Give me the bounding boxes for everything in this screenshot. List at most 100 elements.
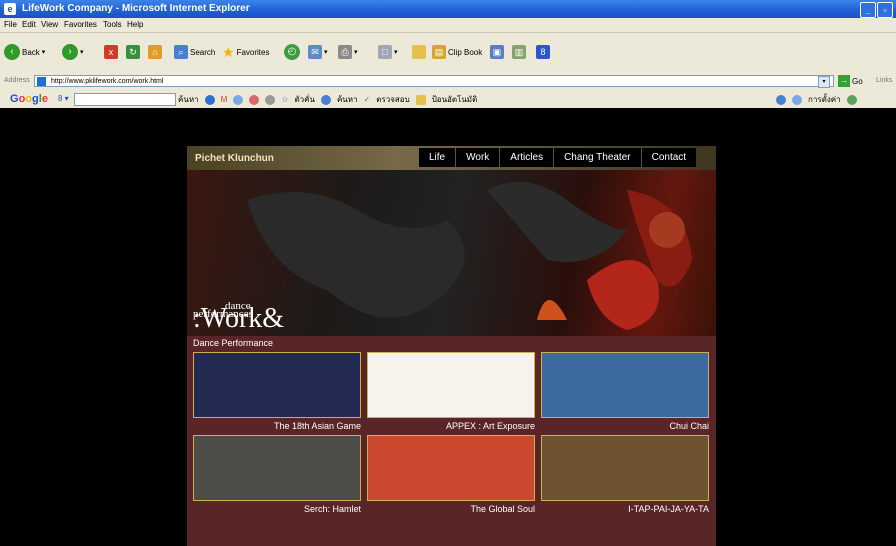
maximize-button[interactable]: ▫ xyxy=(877,2,893,18)
page-favicon-icon xyxy=(37,77,46,86)
performance-card[interactable]: The Global Soul xyxy=(367,435,535,514)
mail-button[interactable]: ✉ ▾ xyxy=(308,43,328,61)
refresh-button[interactable]: ↻ xyxy=(126,43,140,61)
clipbook-button[interactable]: ▤ Clip Book xyxy=(432,43,482,61)
nav-chang-theater[interactable]: Chang Theater xyxy=(553,148,641,167)
performance-thumbnail[interactable] xyxy=(193,435,361,501)
menu-tools[interactable]: Tools xyxy=(103,20,122,29)
bookmark-star-icon[interactable]: ☆ xyxy=(281,95,288,104)
print-button[interactable]: ⎙ ▾ xyxy=(338,43,358,61)
nav-life[interactable]: Life xyxy=(419,148,455,167)
pen-icon[interactable] xyxy=(776,94,786,105)
nav-contact[interactable]: Contact xyxy=(640,148,696,167)
menu-edit[interactable]: Edit xyxy=(22,20,36,29)
nav-articles[interactable]: Articles xyxy=(499,148,553,167)
address-bar: Address http://www.pklifework.com/work.h… xyxy=(0,73,896,91)
performance-caption[interactable]: Chui Chai xyxy=(541,421,709,431)
menu-file[interactable]: File xyxy=(4,20,17,29)
minimize-button[interactable]: _ xyxy=(860,2,876,18)
edit-page-icon: □ xyxy=(378,45,392,59)
performance-caption[interactable]: APPEX : Art Exposure xyxy=(367,421,535,431)
menu-help[interactable]: Help xyxy=(127,20,143,29)
google-search-input[interactable] xyxy=(74,93,176,106)
links-label[interactable]: Links xyxy=(876,77,892,84)
gmail-icon[interactable]: M xyxy=(221,95,228,104)
globe-icon[interactable] xyxy=(204,94,215,105)
window-icon: ▣ xyxy=(490,45,504,59)
history-button[interactable]: ◴ xyxy=(284,43,300,61)
hero-banner: dance performances :Work& xyxy=(187,170,716,336)
google-search-button[interactable]: ค้นหา xyxy=(178,93,199,106)
search-label: Search xyxy=(190,47,216,57)
folder-icon xyxy=(412,45,426,59)
address-url: http://www.pklifework.com/work.html xyxy=(51,78,164,85)
performance-thumbnail[interactable] xyxy=(541,352,709,418)
performance-card[interactable]: Serch: Hamlet xyxy=(193,435,361,514)
home-icon: ⌂ xyxy=(148,45,162,59)
research-button[interactable]: ▥ xyxy=(512,43,526,61)
site-header: Pichet Klunchun Life Work Articles Chang… xyxy=(187,146,716,170)
go-arrow-icon: → xyxy=(838,75,850,87)
address-dropdown-icon[interactable]: ▾ xyxy=(818,76,830,88)
print-icon: ⎙ xyxy=(338,45,352,59)
menu-view[interactable]: View xyxy=(41,20,58,29)
popup-blocker-icon[interactable] xyxy=(249,94,260,105)
history-icon: ◴ xyxy=(284,44,300,60)
forward-arrow-icon: › xyxy=(62,44,78,60)
home-button[interactable]: ⌂ xyxy=(148,43,162,61)
window-button[interactable]: ▣ xyxy=(490,43,504,61)
edit-button[interactable]: □ ▾ xyxy=(378,43,398,61)
performance-thumbnail[interactable] xyxy=(541,435,709,501)
performance-caption[interactable]: I-TAP-PAI-JA-YA-TA xyxy=(541,504,709,514)
settings-circle-icon xyxy=(792,94,802,105)
extra-tool-icon[interactable] xyxy=(846,94,857,105)
back-arrow-icon: ‹ xyxy=(4,44,20,60)
nav-work[interactable]: Work xyxy=(455,148,499,167)
site-brand[interactable]: Pichet Klunchun xyxy=(195,153,274,164)
performance-caption[interactable]: The Global Soul xyxy=(367,504,535,514)
messenger-icon: 8 xyxy=(536,45,550,59)
folder-button[interactable] xyxy=(412,43,426,61)
clipbook-icon: ▤ xyxy=(432,45,446,59)
site-nav: Life Work Articles Chang Theater Contact xyxy=(419,148,697,167)
go-button[interactable]: → Go xyxy=(838,75,863,87)
address-input[interactable]: http://www.pklifework.com/work.html xyxy=(34,75,834,87)
clipbook-label: Clip Book xyxy=(448,47,483,57)
back-button[interactable]: ‹ Back ▾ xyxy=(4,43,45,61)
stop-button[interactable]: x xyxy=(104,43,118,61)
performance-thumbnail[interactable] xyxy=(367,352,535,418)
go-label: Go xyxy=(852,76,863,86)
menu-favorites[interactable]: Favorites xyxy=(64,20,97,29)
performance-thumbnail[interactable] xyxy=(193,352,361,418)
refresh-icon: ↻ xyxy=(126,45,140,59)
google-toolbar-items: ค้นหา M ☆ ตัวคั่น ค้นหา ✓ ตรวจสอบ ป้อนอั… xyxy=(178,93,477,106)
standard-toolbar: ‹ Back ▾ › ▾ x ↻ ⌂ ⌕ Search ★ Favorites … xyxy=(0,33,896,74)
forward-button[interactable]: › ▾ xyxy=(62,43,84,61)
autofill-icon xyxy=(415,94,426,105)
search-icon: ⌕ xyxy=(174,45,188,59)
site-container: Pichet Klunchun Life Work Articles Chang… xyxy=(187,146,716,546)
back-label: Back xyxy=(22,47,40,57)
star-icon: ★ xyxy=(222,43,235,60)
messenger-button[interactable]: 8 xyxy=(536,43,550,61)
google-settings-button[interactable]: การตั้งค่า xyxy=(808,93,841,106)
window-icon-small[interactable] xyxy=(265,94,276,105)
google-autofill-button[interactable]: ป้อนอัตโนมัติ xyxy=(432,93,478,106)
google-search2-button[interactable]: ค้นหา xyxy=(337,93,358,106)
performance-card[interactable]: Chui Chai xyxy=(541,352,709,431)
google-logo[interactable]: Google xyxy=(10,93,48,105)
google-menu-dropdown[interactable]: 8 ▾ xyxy=(58,94,69,103)
performance-caption[interactable]: The 18th Asian Game xyxy=(193,421,361,431)
search-button[interactable]: ⌕ Search xyxy=(174,43,215,61)
performance-card[interactable]: APPEX : Art Exposure xyxy=(367,352,535,431)
google-bookmark-button[interactable]: ตัวคั่น xyxy=(294,93,315,106)
performance-card[interactable]: The 18th Asian Game xyxy=(193,352,361,431)
favorites-label: Favorites xyxy=(236,47,270,57)
google-check-button[interactable]: ตรวจสอบ xyxy=(376,93,409,106)
favorites-button[interactable]: ★ Favorites xyxy=(222,43,269,61)
performance-thumbnail[interactable] xyxy=(367,435,535,501)
performance-card[interactable]: I-TAP-PAI-JA-YA-TA xyxy=(541,435,709,514)
performance-caption[interactable]: Serch: Hamlet xyxy=(193,504,361,514)
check-spelling-icon: ✓ xyxy=(363,95,371,104)
puzzle-icon[interactable] xyxy=(233,94,244,105)
